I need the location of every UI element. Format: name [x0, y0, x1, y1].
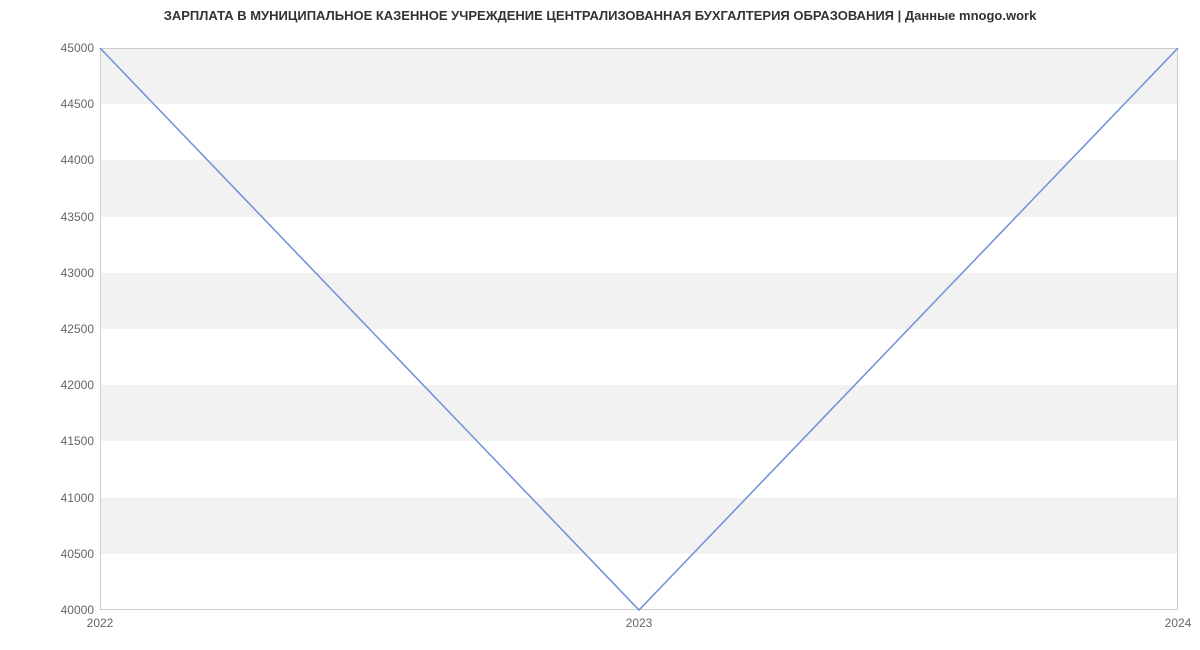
- y-tick-label: 43000: [61, 266, 100, 280]
- x-tick-label: 2022: [87, 610, 114, 630]
- data-line: [100, 48, 1178, 610]
- y-tick-label: 40500: [61, 547, 100, 561]
- y-tick-label: 44000: [61, 153, 100, 167]
- y-tick-label: 43500: [61, 210, 100, 224]
- chart-title: ЗАРПЛАТА В МУНИЦИПАЛЬНОЕ КАЗЕННОЕ УЧРЕЖД…: [0, 8, 1200, 23]
- chart-container: ЗАРПЛАТА В МУНИЦИПАЛЬНОЕ КАЗЕННОЕ УЧРЕЖД…: [0, 0, 1200, 650]
- plot-border: [101, 49, 1178, 610]
- plot-area: 4000040500410004150042000425004300043500…: [100, 48, 1178, 610]
- x-tick-label: 2024: [1165, 610, 1192, 630]
- y-tick-label: 41000: [61, 491, 100, 505]
- y-tick-label: 42500: [61, 322, 100, 336]
- y-tick-label: 44500: [61, 97, 100, 111]
- chart-svg: [100, 48, 1178, 610]
- x-tick-label: 2023: [626, 610, 653, 630]
- y-tick-label: 45000: [61, 41, 100, 55]
- y-tick-label: 42000: [61, 378, 100, 392]
- y-tick-label: 41500: [61, 434, 100, 448]
